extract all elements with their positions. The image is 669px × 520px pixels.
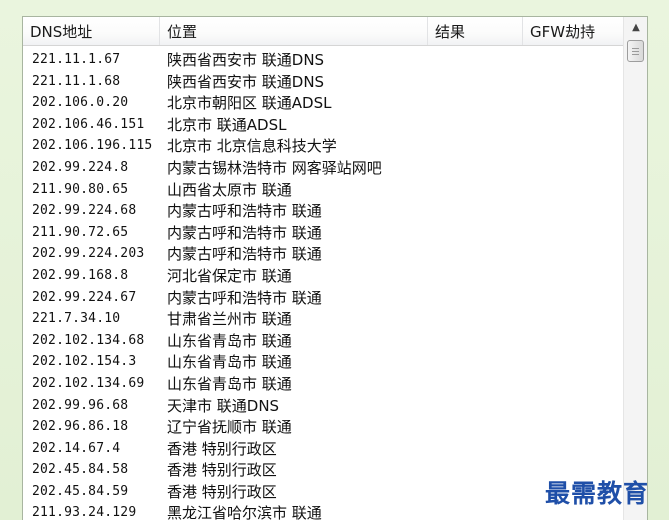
dns-address-cell: 202.45.84.59 <box>32 483 129 499</box>
dns-address-cell: 202.106.196.115 <box>32 138 153 154</box>
table-row[interactable]: 202.106.46.151 北京市 联通ADSL <box>23 114 623 136</box>
table-row[interactable]: 202.45.84.59 香港 特别行政区 <box>23 481 623 503</box>
table-row[interactable]: 221.11.1.67 陕西省西安市 联通DNS <box>23 49 623 71</box>
table-row[interactable]: 202.99.224.8 内蒙古锡林浩特市 网客驿站网吧 <box>23 157 623 179</box>
dns-address-cell: 211.93.24.129 <box>32 505 137 520</box>
grip-line <box>632 54 639 55</box>
dns-address-cell: 211.90.72.65 <box>32 224 129 240</box>
table-row[interactable]: 202.99.168.8 河北省保定市 联通 <box>23 265 623 287</box>
watermark-logo: 最需教育 <box>545 479 650 508</box>
dns-address-cell: 202.106.0.20 <box>32 95 129 111</box>
table-row[interactable]: 211.93.24.129 黑龙江省哈尔滨市 联通 <box>23 502 623 520</box>
table-row[interactable]: 211.90.80.65 山西省太原市 联通 <box>23 179 623 201</box>
dns-address-cell: 202.102.154.3 <box>32 354 137 370</box>
location-cell: 北京市朝阳区 联通ADSL <box>167 94 332 113</box>
table-row[interactable]: 202.99.224.67 内蒙古呼和浩特市 联通 <box>23 287 623 309</box>
column-header-location[interactable]: 位置 <box>160 17 428 45</box>
location-cell: 山东省青岛市 联通 <box>167 374 292 393</box>
table-row[interactable]: 202.106.196.115 北京市 北京信息科技大学 <box>23 135 623 157</box>
table-row[interactable]: 221.11.1.68 陕西省西安市 联通DNS <box>23 71 623 93</box>
table-row[interactable]: 221.7.34.10 甘肃省兰州市 联通 <box>23 308 623 330</box>
dns-list-view[interactable]: DNS地址 位置 结果 GFW劫持 221.11.1.67 陕西省西安市 联通DN… <box>22 16 648 520</box>
column-header-result[interactable]: 结果 <box>428 17 523 45</box>
table-row[interactable]: 202.45.84.58 香港 特别行政区 <box>23 459 623 481</box>
location-cell: 辽宁省抚顺市 联通 <box>167 418 292 437</box>
list-header: DNS地址 位置 结果 GFW劫持 <box>23 17 623 46</box>
location-cell: 黑龙江省哈尔滨市 联通 <box>167 504 322 520</box>
location-cell: 河北省保定市 联通 <box>167 266 292 285</box>
dns-address-cell: 202.102.134.68 <box>32 332 145 348</box>
location-cell: 北京市 北京信息科技大学 <box>167 137 337 156</box>
dns-address-cell: 202.99.224.68 <box>32 203 137 219</box>
table-row[interactable]: 202.102.154.3 山东省青岛市 联通 <box>23 351 623 373</box>
dns-address-cell: 202.106.46.151 <box>32 116 145 132</box>
location-cell: 北京市 联通ADSL <box>167 115 287 134</box>
scroll-up-arrow-icon[interactable]: ▲ <box>626 18 646 38</box>
table-row[interactable]: 202.102.134.69 山东省青岛市 联通 <box>23 373 623 395</box>
dns-address-cell: 221.7.34.10 <box>32 311 121 327</box>
dns-address-cell: 202.14.67.4 <box>32 440 121 456</box>
scroll-thumb[interactable] <box>627 40 644 62</box>
location-cell: 陕西省西安市 联通DNS <box>167 72 325 91</box>
location-cell: 内蒙古呼和浩特市 联通 <box>167 223 322 242</box>
table-row[interactable]: 202.99.96.68 天津市 联通DNS <box>23 395 623 417</box>
dns-address-cell: 202.99.224.67 <box>32 289 137 305</box>
grip-line <box>632 51 639 52</box>
location-cell: 陕西省西安市 联通DNS <box>167 51 325 69</box>
location-cell: 山西省太原市 联通 <box>167 180 292 199</box>
dns-address-cell: 202.102.134.69 <box>32 375 145 391</box>
dns-address-cell: 221.11.1.67 <box>32 52 121 67</box>
table-row[interactable]: 202.102.134.68 山东省青岛市 联通 <box>23 330 623 352</box>
table-row[interactable]: 202.96.86.18 辽宁省抚顺市 联通 <box>23 416 623 438</box>
window-background: DNS地址 位置 结果 GFW劫持 221.11.1.67 陕西省西安市 联通DN… <box>0 0 669 520</box>
location-cell: 甘肃省兰州市 联通 <box>167 310 292 329</box>
dns-address-cell: 202.45.84.58 <box>32 462 129 478</box>
table-row[interactable]: 202.14.67.4 香港 特别行政区 <box>23 438 623 460</box>
dns-address-cell: 202.99.224.8 <box>32 159 129 175</box>
dns-address-cell: 211.90.80.65 <box>32 181 129 197</box>
location-cell: 山东省青岛市 联通 <box>167 331 292 350</box>
location-cell: 内蒙古呼和浩特市 联通 <box>167 245 322 264</box>
list-rows: 221.11.1.67 陕西省西安市 联通DNS 221.11.1.68 陕西省西安市… <box>23 49 623 520</box>
location-cell: 内蒙古呼和浩特市 联通 <box>167 202 322 221</box>
dns-address-cell: 202.99.224.203 <box>32 246 145 262</box>
grip-line <box>632 48 639 49</box>
location-cell: 天津市 联通DNS <box>167 396 280 415</box>
location-cell: 香港 特别行政区 <box>167 482 277 501</box>
column-header-dns-address[interactable]: DNS地址 <box>23 17 160 45</box>
table-row[interactable]: 202.99.224.68 内蒙古呼和浩特市 联通 <box>23 200 623 222</box>
location-cell: 内蒙古锡林浩特市 网客驿站网吧 <box>167 158 382 177</box>
dns-address-cell: 221.11.1.68 <box>32 73 121 89</box>
location-cell: 香港 特别行政区 <box>167 461 277 480</box>
location-cell: 山东省青岛市 联通 <box>167 353 292 372</box>
table-row[interactable]: 202.106.0.20 北京市朝阳区 联通ADSL <box>23 92 623 114</box>
location-cell: 香港 特别行政区 <box>167 439 277 458</box>
column-header-gfw-hijack[interactable]: GFW劫持 <box>523 17 623 45</box>
vertical-scrollbar[interactable]: ▲ <box>623 17 647 520</box>
table-row[interactable]: 202.99.224.203 内蒙古呼和浩特市 联通 <box>23 243 623 265</box>
location-cell: 内蒙古呼和浩特市 联通 <box>167 288 322 307</box>
dns-address-cell: 202.99.96.68 <box>32 397 129 413</box>
dns-address-cell: 202.99.168.8 <box>32 267 129 283</box>
dns-address-cell: 202.96.86.18 <box>32 419 129 435</box>
table-row[interactable]: 211.90.72.65 内蒙古呼和浩特市 联通 <box>23 222 623 244</box>
